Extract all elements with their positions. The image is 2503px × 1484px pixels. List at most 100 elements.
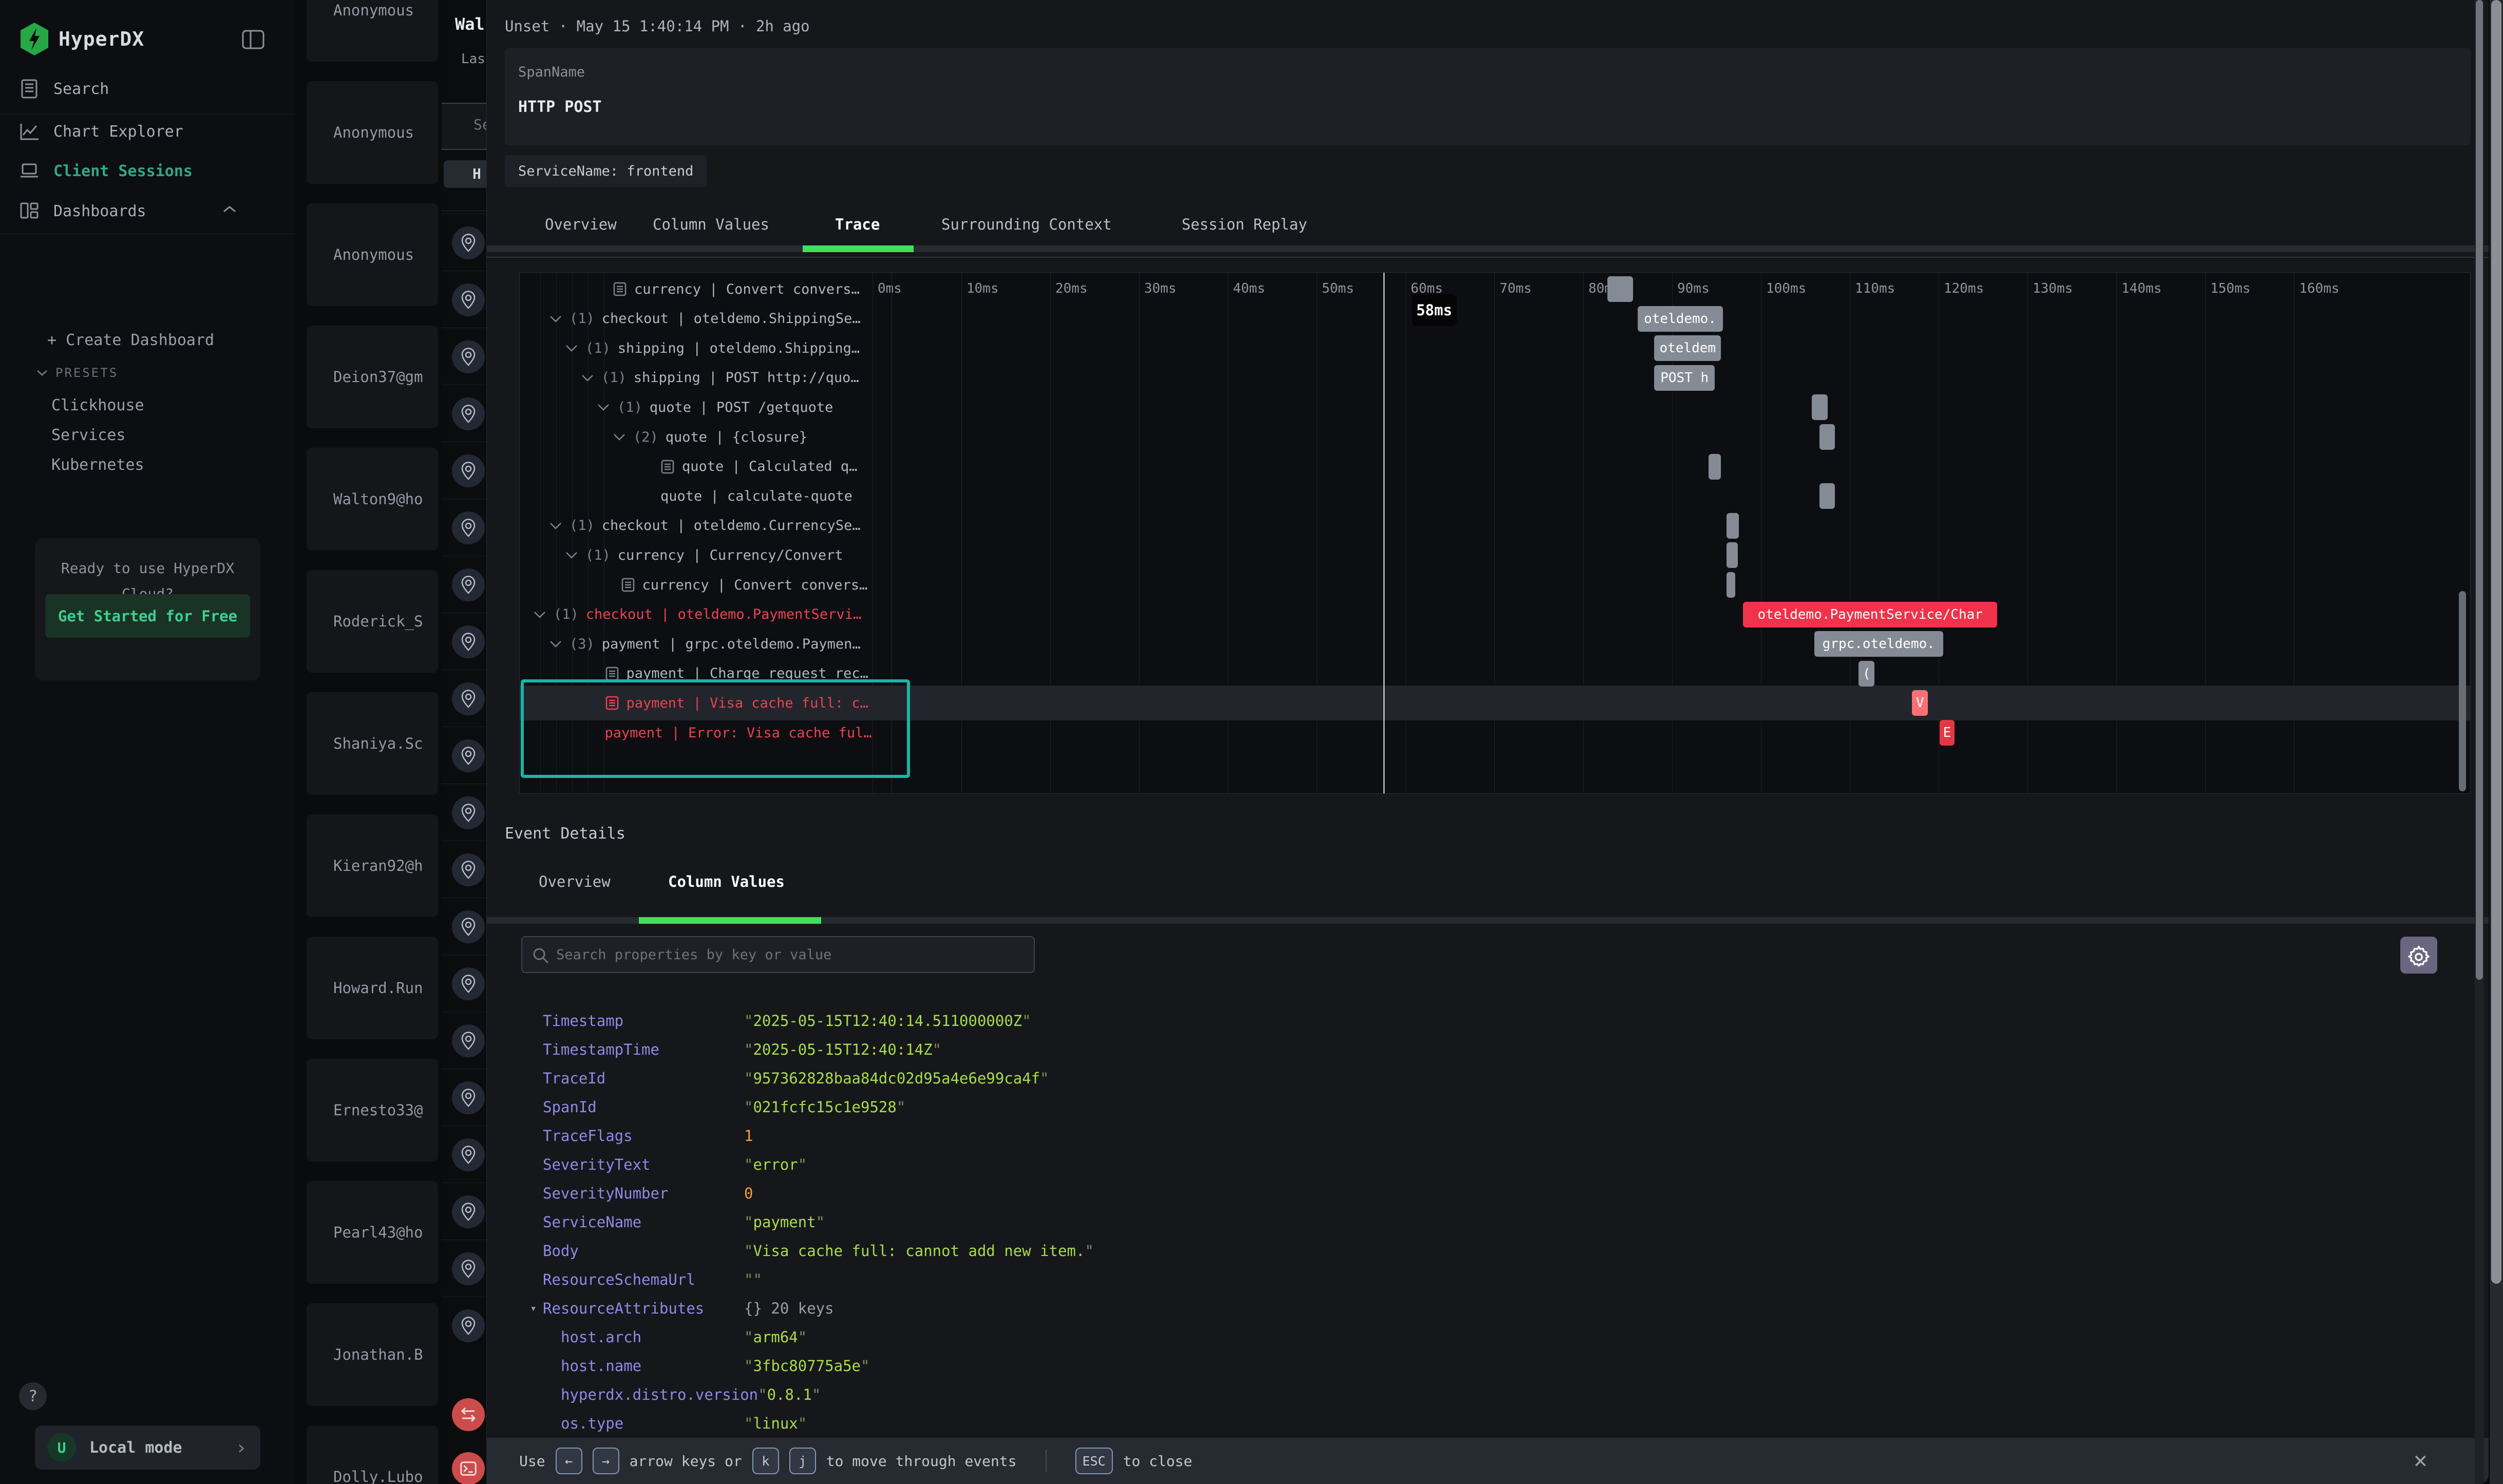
property-row[interactable]: SeverityNumber0 — [487, 1179, 2489, 1208]
settings-button[interactable] — [2400, 937, 2437, 974]
page-scrollbar[interactable] — [2490, 0, 2503, 1484]
location-pin-icon[interactable] — [452, 625, 485, 658]
tab-column-values[interactable]: Column Values — [653, 216, 769, 233]
event-details-tab-overview[interactable]: Overview — [539, 873, 611, 890]
trace-span-row[interactable]: (1)currency | Currency/Convert — [565, 544, 843, 566]
location-pin-icon[interactable] — [452, 853, 485, 886]
session-list-item[interactable]: Deion37@gm — [307, 326, 438, 428]
property-row[interactable]: hyperdx.distro.version"0.8.1" — [487, 1380, 2489, 1409]
session-event-row[interactable] — [442, 955, 486, 1012]
session-event-row[interactable] — [442, 271, 486, 328]
location-pin-icon[interactable] — [452, 340, 485, 373]
property-row[interactable]: SeverityText"error" — [487, 1150, 2489, 1179]
events-filter-chip[interactable]: H — [444, 160, 486, 188]
property-row[interactable]: host.arch"arm64" — [487, 1323, 2489, 1352]
property-row[interactable]: ServiceName"payment" — [487, 1208, 2489, 1236]
session-event-row[interactable] — [442, 1126, 486, 1183]
session-event-row[interactable] — [442, 613, 486, 670]
session-event-row[interactable] — [442, 556, 486, 613]
session-event-row[interactable] — [442, 1069, 486, 1126]
property-row[interactable]: ▾ResourceAttributes{} 20 keys — [487, 1294, 2489, 1323]
trace-span-row[interactable]: (3)payment | grpc.oteldemo.Paymen… — [549, 633, 861, 655]
trace-span-row[interactable]: (1)checkout | oteldemo.CurrencySe… — [549, 515, 861, 537]
presets-toggle[interactable]: PRESETS — [36, 366, 118, 380]
modal-scrollbar[interactable] — [2475, 0, 2484, 1484]
span-duration-bar[interactable]: E — [1940, 720, 1955, 746]
trace-span-row[interactable]: (1)checkout | oteldemo.ShippingSe… — [549, 308, 861, 330]
local-mode-menu[interactable]: U Local mode › — [35, 1425, 260, 1470]
span-duration-bar[interactable] — [1727, 572, 1735, 598]
location-pin-icon[interactable] — [452, 283, 485, 316]
service-name-chip[interactable]: ServiceName: frontend — [505, 155, 707, 187]
session-list-item[interactable]: Kieran92@h — [307, 814, 438, 917]
session-list-item[interactable]: Anonymous — [307, 203, 438, 306]
expand-triangle-icon[interactable]: ▾ — [530, 1302, 537, 1315]
session-event-row[interactable] — [442, 328, 486, 385]
location-pin-icon[interactable] — [452, 739, 485, 772]
property-search[interactable] — [521, 936, 1035, 973]
session-event-row[interactable] — [442, 499, 486, 556]
chevron-down-icon[interactable] — [581, 374, 594, 382]
session-list-item[interactable]: Ernesto33@ — [307, 1059, 438, 1162]
chevron-down-icon[interactable] — [549, 315, 562, 323]
tab-overview[interactable]: Overview — [545, 216, 617, 233]
session-event-row[interactable] — [442, 1183, 486, 1240]
location-pin-icon[interactable] — [452, 397, 485, 430]
session-event-row[interactable] — [442, 442, 486, 499]
location-pin-icon[interactable] — [452, 1195, 485, 1228]
session-event-row[interactable] — [442, 898, 486, 955]
chevron-down-icon[interactable] — [613, 433, 626, 441]
swap-arrows-icon[interactable] — [452, 1398, 485, 1431]
span-duration-bar[interactable]: grpc.oteldemo. — [1814, 631, 1943, 657]
location-pin-icon[interactable] — [452, 511, 485, 544]
trace-span-row[interactable]: (1)shipping | POST http://quo… — [581, 367, 859, 389]
trace-span-row[interactable]: (2)quote | {closure} — [613, 426, 807, 448]
chevron-down-icon[interactable] — [565, 551, 578, 559]
session-event-row[interactable] — [442, 1012, 486, 1069]
property-row[interactable]: TimestampTime"2025-05-15T12:40:14Z" — [487, 1035, 2489, 1064]
session-event-row[interactable] — [442, 1297, 486, 1354]
property-row[interactable]: SpanId"021fcfc15c1e9528" — [487, 1093, 2489, 1121]
location-pin-icon[interactable] — [452, 568, 485, 601]
session-list-item[interactable]: Shaniya.Sc — [307, 692, 438, 795]
trace-span-row[interactable]: currency | Convert convers… — [621, 574, 868, 596]
property-row[interactable]: Body"Visa cache full: cannot add new ite… — [487, 1236, 2489, 1265]
session-list-item[interactable]: Walton9@ho — [307, 448, 438, 550]
session-event-row[interactable] — [442, 385, 486, 442]
property-row[interactable]: os.type"linux" — [487, 1409, 2489, 1438]
property-row[interactable]: TraceId"957362828baa84dc02d95a4e6e99ca4f… — [487, 1064, 2489, 1093]
trace-waterfall[interactable]: 0ms10ms20ms30ms40ms50ms60ms70ms80ms90ms1… — [519, 272, 2471, 794]
session-list-item[interactable]: Pearl43@ho — [307, 1181, 438, 1284]
property-row[interactable]: TraceFlags1 — [487, 1121, 2489, 1150]
create-dashboard-button[interactable]: + Create Dashboard — [47, 331, 214, 349]
span-duration-bar[interactable]: oteldem — [1654, 335, 1721, 361]
session-list-item[interactable]: Roderick_S — [307, 570, 438, 673]
chevron-down-icon[interactable] — [533, 611, 546, 619]
trace-span-row[interactable]: quote | calculate-quote — [660, 485, 852, 507]
span-duration-bar[interactable] — [1607, 276, 1633, 302]
waterfall-scrollbar-thumb[interactable] — [2459, 591, 2466, 791]
tab-surrounding-context[interactable]: Surrounding Context — [941, 216, 1112, 233]
span-duration-bar[interactable]: ( — [1859, 661, 1874, 687]
location-pin-icon[interactable] — [452, 967, 485, 1000]
session-list-item[interactable]: Dolly.Lubo — [307, 1425, 438, 1484]
events-search-input[interactable]: Sea — [442, 103, 486, 150]
help-button[interactable]: ? — [19, 1382, 47, 1410]
location-pin-icon[interactable] — [452, 682, 485, 715]
get-started-button[interactable]: Get Started for Free — [45, 594, 250, 638]
location-pin-icon[interactable] — [452, 1138, 485, 1171]
session-list-item[interactable]: Howard.Run — [307, 937, 438, 1039]
sidebar-item-chart-explorer[interactable]: Chart Explorer — [18, 121, 183, 142]
location-pin-icon[interactable] — [452, 1252, 485, 1285]
location-pin-icon[interactable] — [452, 1081, 485, 1114]
location-pin-icon[interactable] — [452, 1024, 485, 1057]
span-duration-bar[interactable]: oteldemo.PaymentService/Char — [1743, 602, 1997, 627]
session-list-item[interactable]: Anonymous — [307, 0, 438, 62]
location-pin-icon[interactable] — [452, 910, 485, 943]
session-event-row[interactable] — [442, 1240, 486, 1297]
property-row[interactable]: ResourceSchemaUrl"" — [487, 1265, 2489, 1294]
chevron-down-icon[interactable] — [549, 522, 562, 530]
session-event-row[interactable] — [442, 841, 486, 898]
chevron-up-icon[interactable] — [222, 204, 237, 215]
event-details-tab-column-values[interactable]: Column Values — [668, 873, 785, 890]
